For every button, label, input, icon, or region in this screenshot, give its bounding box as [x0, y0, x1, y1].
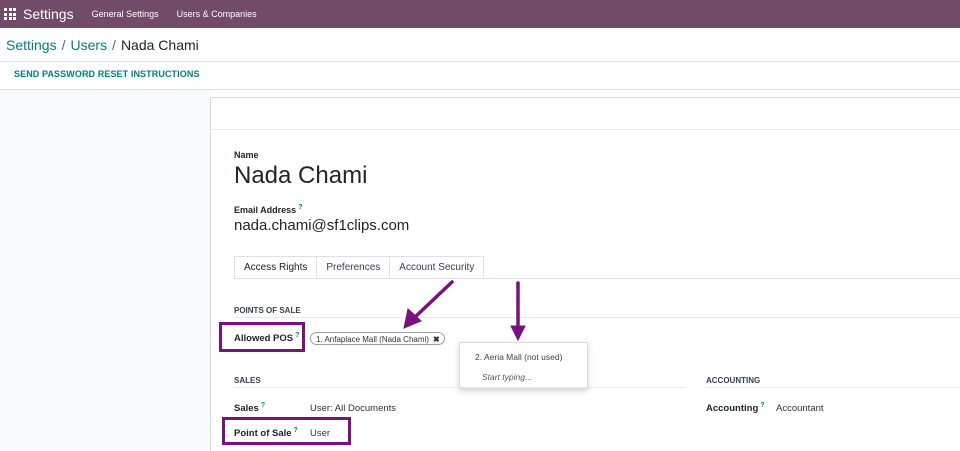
top-navbar: Settings General Settings Users & Compan… [0, 0, 960, 28]
email-label-text: Email Address [234, 205, 297, 215]
dropdown-hint: Start typing... [482, 372, 533, 382]
breadcrumb-users[interactable]: Users [70, 37, 107, 53]
section-title-points-of-sale: POINTS OF SALE [234, 306, 301, 315]
email-field[interactable]: nada.chami@sf1clips.com [234, 217, 409, 234]
accounting-select[interactable]: Accountant [776, 403, 824, 414]
breadcrumb-current: Nada Chami [120, 37, 199, 53]
remove-tag-icon[interactable]: ✖ [433, 335, 440, 344]
divider [211, 129, 960, 130]
divider [706, 387, 960, 388]
nav-users-companies[interactable]: Users & Companies [177, 9, 257, 19]
allowed-pos-autocomplete-dropdown: 2. Aeria Mall (not used) Start typing... [459, 342, 588, 389]
highlight-box-allowed-pos [219, 322, 305, 352]
apps-menu-icon[interactable] [4, 8, 16, 20]
breadcrumb: Settings / Users / Nada Chami [6, 37, 199, 53]
tab-preferences[interactable]: Preferences [316, 256, 391, 279]
sales-select[interactable]: User: All Documents [310, 403, 396, 414]
email-label: Email Address? [234, 204, 302, 215]
divider [0, 61, 960, 62]
accounting-label-text: Accounting [706, 403, 759, 415]
accounting-label: Accounting? [706, 402, 765, 414]
name-label: Name [234, 150, 259, 160]
divider [234, 387, 685, 388]
dropdown-option[interactable]: 2. Aeria Mall (not used) [475, 352, 562, 362]
section-title-sales: SALES [234, 376, 261, 385]
section-title-accounting: ACCOUNTING [706, 376, 761, 385]
allowed-pos-tag: 1. Anfaplace Mall (Nada Chami) ✖ [310, 332, 445, 345]
divider [234, 317, 960, 318]
help-tooltip-icon[interactable]: ? [298, 204, 302, 211]
breadcrumb-settings[interactable]: Settings [6, 37, 57, 53]
app-title[interactable]: Settings [23, 6, 74, 22]
sales-label-text: Sales [234, 403, 259, 415]
breadcrumb-separator: / [112, 37, 116, 53]
tab-access-rights[interactable]: Access Rights [234, 256, 318, 279]
help-tooltip-icon[interactable]: ? [261, 402, 265, 409]
divider [234, 278, 960, 279]
highlight-box-point-of-sale [222, 417, 351, 445]
allowed-pos-tag-label: 1. Anfaplace Mall (Nada Chami) [316, 334, 429, 344]
nav-general-settings[interactable]: General Settings [92, 9, 159, 19]
help-tooltip-icon[interactable]: ? [760, 402, 764, 409]
sales-label: Sales? [234, 402, 265, 414]
breadcrumb-separator: / [61, 37, 66, 53]
send-password-reset-button[interactable]: SEND PASSWORD RESET INSTRUCTIONS [14, 69, 200, 79]
form-background [0, 90, 210, 451]
form-tabs: Access Rights Preferences Account Securi… [234, 256, 485, 279]
name-field[interactable]: Nada Chami [234, 162, 367, 190]
tab-account-security[interactable]: Account Security [389, 256, 485, 279]
